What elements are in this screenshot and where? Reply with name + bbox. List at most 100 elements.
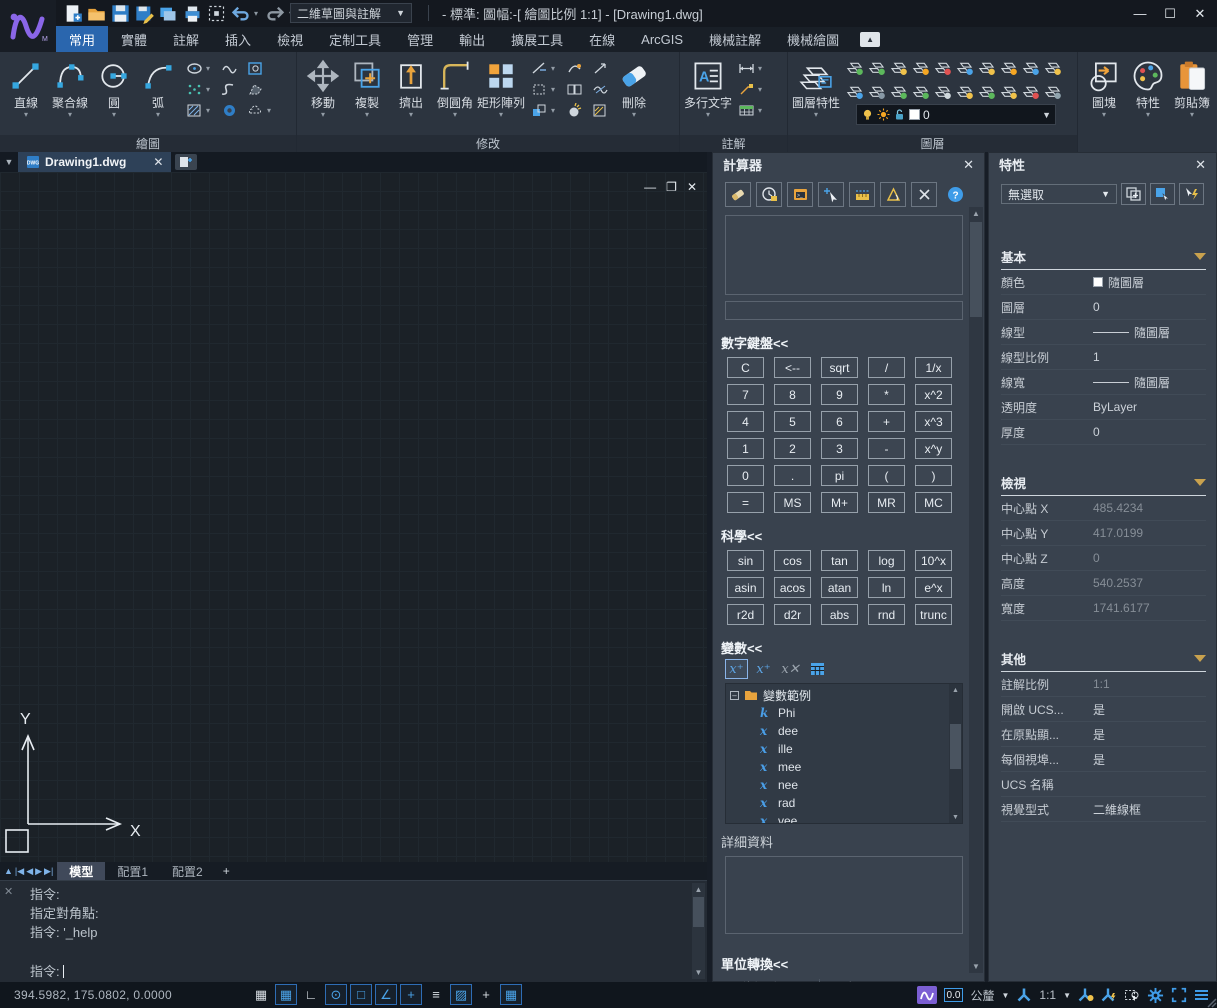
sci-key-10_x[interactable]: 10^x	[915, 550, 952, 571]
sci-key-r2d[interactable]: r2d	[727, 604, 764, 625]
annotation-scale-value[interactable]: 1:1	[1039, 988, 1056, 1002]
open-file-icon[interactable]	[86, 3, 107, 24]
doc-restore-icon[interactable]: ❐	[666, 180, 677, 194]
variable-item-Phi[interactable]: kPhi	[726, 704, 962, 722]
variables-section-label[interactable]: 變數<<	[721, 638, 984, 657]
revision-cloud-icon[interactable]	[245, 101, 265, 119]
clipboard-button[interactable]: 剪貼簿▾	[1170, 55, 1214, 119]
calculator-scrollbar[interactable]: ▲ ▼	[969, 207, 983, 973]
variable-item-ille[interactable]: xille	[726, 740, 962, 758]
layer-tool-icon-8[interactable]	[1020, 57, 1041, 80]
ribbon-tab-7[interactable]: 輸出	[446, 26, 498, 53]
sci-key-asin[interactable]: asin	[727, 577, 764, 598]
workspace-select[interactable]: 二維草圖與註解 ▼	[290, 3, 412, 23]
redo-icon[interactable]	[265, 3, 286, 24]
numpad-key-0[interactable]: 0	[727, 465, 764, 486]
property-value[interactable]: 二維線框	[1089, 801, 1206, 818]
annotation-visibility-icon[interactable]	[1078, 987, 1094, 1003]
ortho-mode-toggle[interactable]: ∟	[300, 984, 322, 1005]
layer-tool-icon-11[interactable]	[866, 81, 887, 104]
app-logo[interactable]: M	[0, 0, 56, 52]
numpad-key-1_x[interactable]: 1/x	[915, 357, 952, 378]
numpad-key-1[interactable]: 1	[727, 438, 764, 459]
layout-tab-3[interactable]: +	[215, 862, 238, 880]
move-button[interactable]: 移動▾	[301, 55, 345, 119]
scroll-thumb[interactable]	[693, 897, 704, 927]
numpad-key-_[interactable]: )	[915, 465, 952, 486]
ribbon-tab-11[interactable]: 機械註解	[696, 26, 774, 53]
section-header-1[interactable]: 檢視	[1001, 473, 1206, 496]
dynamic-input-toggle[interactable]: +	[400, 984, 422, 1005]
annotation-scale-icon[interactable]	[1016, 987, 1032, 1003]
erase-button[interactable]: 刪除▾	[612, 55, 656, 119]
ribbon-tab-12[interactable]: 機械繪圖	[774, 26, 852, 53]
units-indicator[interactable]: 公釐	[970, 987, 994, 1004]
scroll-down-icon[interactable]: ▼	[692, 966, 705, 979]
property-value[interactable]: ByLayer	[1089, 400, 1206, 414]
ribbon-tab-8[interactable]: 擴展工具	[498, 26, 576, 53]
document-tab[interactable]: DWG Drawing1.dwg ✕	[18, 152, 171, 172]
ribbon-tab-4[interactable]: 檢視	[264, 26, 316, 53]
layout-expand-icon[interactable]: ▲	[4, 866, 13, 876]
layer-tool-icon-9[interactable]	[1042, 57, 1063, 80]
command-close-icon[interactable]: ✕	[4, 885, 13, 898]
selection-filter-select[interactable]: 無選取 ▼	[1001, 184, 1117, 204]
variables-tree[interactable]: – 變數範例 kPhixdeexillexmeexneexradxvee ▲ ▼	[725, 683, 963, 824]
sci-key-tan[interactable]: tan	[821, 550, 858, 571]
layer-tool-icon-13[interactable]	[910, 81, 931, 104]
first-layout-icon[interactable]: |◀	[15, 866, 24, 877]
fullscreen-icon[interactable]	[1171, 987, 1187, 1003]
sci-key-ln[interactable]: ln	[868, 577, 905, 598]
numpad-key-x_y[interactable]: x^y	[915, 438, 952, 459]
variables-scrollbar[interactable]: ▲ ▼	[949, 684, 962, 823]
ribbon-tab-10[interactable]: ArcGIS	[628, 28, 696, 51]
join-icon[interactable]	[564, 80, 584, 98]
drawing-canvas[interactable]: — ❐ ✕ Y X	[0, 172, 707, 862]
numpad-key-_[interactable]: =	[727, 492, 764, 513]
layer-tool-icon-3[interactable]	[910, 57, 931, 80]
calc-input-field[interactable]	[725, 301, 963, 320]
numpad-key-MC[interactable]: MC	[915, 492, 952, 513]
calculator-close-icon[interactable]: ✕	[963, 157, 974, 173]
layer-tool-icon-12[interactable]	[888, 81, 909, 104]
scientific-section-label[interactable]: 科學<<	[721, 526, 984, 545]
numpad-key-_[interactable]: *	[868, 384, 905, 405]
sci-key-d2r[interactable]: d2r	[774, 604, 811, 625]
prev-layout-icon[interactable]: ◀	[26, 866, 33, 877]
panel-label-draw[interactable]: 繪圖	[0, 135, 296, 152]
array-button[interactable]: 矩形陣列▾	[477, 55, 525, 119]
layer-tool-icon-19[interactable]	[1042, 81, 1063, 104]
section-header-2[interactable]: 其他	[1001, 649, 1206, 672]
variables-root-row[interactable]: – 變數範例	[726, 686, 962, 704]
numpad-key-9[interactable]: 9	[821, 384, 858, 405]
property-value[interactable]: 隨圖層	[1089, 374, 1206, 391]
batch-plot-icon[interactable]	[158, 3, 179, 24]
close-button[interactable]: ✕	[1187, 4, 1213, 24]
properties-palette-button[interactable]: 特性▾	[1126, 55, 1170, 119]
ribbon-tab-1[interactable]: 實體	[108, 26, 160, 53]
spline-icon[interactable]	[219, 80, 239, 98]
layout-tab-2[interactable]: 配置2	[160, 862, 215, 880]
layer-combo[interactable]: 0 ▼	[856, 104, 1056, 125]
numpad-section-label[interactable]: 數字鍵盤<<	[721, 333, 984, 352]
measure-angle-icon[interactable]	[880, 182, 906, 207]
ellipse-icon[interactable]	[184, 59, 204, 77]
chevron-down-icon[interactable]: ▼	[1063, 991, 1071, 1000]
layer-tool-icon-16[interactable]	[976, 81, 997, 104]
settings-gear-icon[interactable]	[1147, 987, 1164, 1004]
ribbon-tab-2[interactable]: 註解	[160, 26, 212, 53]
edit-polyline-icon[interactable]	[564, 59, 584, 77]
mirror-icon[interactable]	[529, 101, 549, 119]
ribbon-tab-3[interactable]: 插入	[212, 26, 264, 53]
precision-icon[interactable]: 0.0	[944, 988, 964, 1002]
variable-item-mee[interactable]: xmee	[726, 758, 962, 776]
numpad-key-7[interactable]: 7	[727, 384, 764, 405]
scale-icon[interactable]	[590, 59, 610, 77]
layer-tool-icon-14[interactable]	[932, 81, 953, 104]
return-to-calc-icon[interactable]	[806, 659, 829, 679]
clean-screen-icon[interactable]	[206, 3, 227, 24]
copy-button[interactable]: 複製▾	[345, 55, 389, 119]
command-window[interactable]: ✕ 指令:指定對角點:指令: '_help 指令: ▲ ▼	[0, 880, 707, 982]
numpad-key-_[interactable]: -	[868, 438, 905, 459]
layer-tool-icon-5[interactable]	[954, 57, 975, 80]
